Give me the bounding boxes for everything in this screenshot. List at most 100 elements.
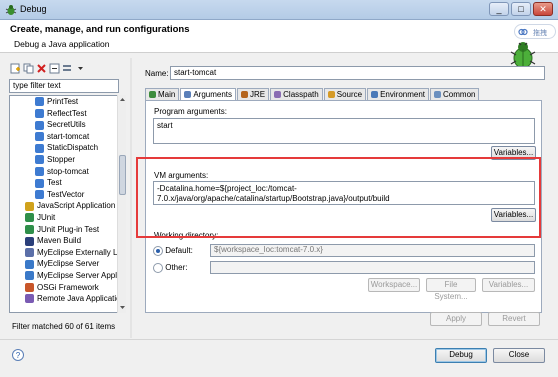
tree-item[interactable]: start-tomcat xyxy=(10,131,125,143)
arguments-tab-icon xyxy=(184,91,192,99)
new-config-icon[interactable] xyxy=(10,63,21,74)
tree-item-label: PrintTest xyxy=(47,97,79,106)
tree-item-label: JUnit xyxy=(37,212,56,222)
highlight-box xyxy=(136,157,541,238)
dialog-title: Create, manage, and run configurations xyxy=(10,24,190,35)
program-args-field[interactable]: start xyxy=(153,118,535,144)
dialog-subtitle: Debug a Java application xyxy=(14,39,110,49)
workspace-button[interactable]: Workspace... xyxy=(368,278,420,292)
workdir-variables-button[interactable]: Variables... xyxy=(482,278,535,292)
scroll-down-icon[interactable] xyxy=(119,304,126,311)
footer-divider xyxy=(0,339,558,340)
close-button[interactable]: Close xyxy=(493,348,545,363)
tree-item[interactable]: Maven Build xyxy=(10,235,125,247)
tree-item-label: TestVector xyxy=(47,189,85,199)
name-label: Name: xyxy=(145,69,169,78)
file-system-button[interactable]: File System... xyxy=(426,278,476,301)
tree-item[interactable]: Remote Java Application xyxy=(10,293,125,305)
config-tree-list: PrintTest ReflectTest SecretUtils start-tom… xyxy=(10,96,125,305)
pane-divider[interactable] xyxy=(130,58,132,338)
scroll-up-icon[interactable] xyxy=(119,96,126,103)
duplicate-icon[interactable] xyxy=(23,63,34,74)
config-toolbar xyxy=(10,63,88,75)
tree-item-label: MyEclipse Server xyxy=(37,259,100,269)
main-tab-icon xyxy=(149,91,156,99)
default-radio-label: Default: xyxy=(165,246,193,256)
tree-item[interactable]: SecretUtils xyxy=(10,119,125,131)
other-radio-row[interactable]: Other: xyxy=(153,263,187,273)
jre-tab-icon xyxy=(241,91,249,99)
maven-icon xyxy=(25,236,34,246)
collapse-all-icon[interactable] xyxy=(49,63,60,74)
debug-bug-icon xyxy=(5,4,17,16)
filter-input[interactable]: type filter text xyxy=(9,79,119,93)
other-radio-label: Other: xyxy=(165,263,188,273)
chevron-down-icon[interactable] xyxy=(75,63,86,74)
tree-item-label: JavaScript Application xyxy=(37,201,116,211)
link-icon xyxy=(518,28,528,36)
java-app-icon xyxy=(35,132,44,142)
java-app-icon xyxy=(35,97,44,107)
config-tree: PrintTest ReflectTest SecretUtils start-tom… xyxy=(9,95,126,313)
scrollbar-thumb[interactable] xyxy=(119,155,126,195)
tree-item-label: ReflectTest xyxy=(47,108,87,118)
tree-item-label: Maven Build xyxy=(37,236,82,246)
window-titlebar: Debug _ □ ✕ xyxy=(0,0,558,20)
server-icon xyxy=(25,271,34,281)
tree-item-label: stop-tomcat xyxy=(47,166,89,176)
other-radio[interactable] xyxy=(153,263,163,273)
tree-item[interactable]: PrintTest xyxy=(10,96,125,108)
tree-item[interactable]: JavaScript Application xyxy=(10,200,125,212)
tree-item[interactable]: stop-tomcat xyxy=(10,166,125,178)
tree-item[interactable]: TestVector xyxy=(10,189,125,201)
tree-item[interactable]: JUnit xyxy=(10,212,125,224)
java-app-icon xyxy=(35,108,44,118)
tree-item-label: StaticDispatch xyxy=(47,143,99,153)
tree-item[interactable]: MyEclipse Externally Laun xyxy=(10,247,125,259)
java-app-icon xyxy=(35,143,44,153)
tree-item[interactable]: Test xyxy=(10,177,125,189)
classpath-tab-icon xyxy=(274,91,282,99)
tree-item-label: Stopper xyxy=(47,154,76,164)
environment-tab-icon xyxy=(371,91,379,99)
filter-icon[interactable] xyxy=(62,63,73,74)
tree-item[interactable]: MyEclipse Server xyxy=(10,258,125,270)
bubble-label: 拖拽 xyxy=(533,30,547,37)
junit-plugin-icon xyxy=(25,224,34,234)
tree-scrollbar[interactable] xyxy=(117,95,126,313)
tree-item[interactable]: StaticDispatch xyxy=(10,142,125,154)
minimize-button[interactable]: _ xyxy=(489,2,509,16)
apply-button[interactable]: Apply xyxy=(430,312,482,326)
tree-item[interactable]: JUnit Plug-in Test xyxy=(10,224,125,236)
osgi-icon xyxy=(25,282,34,292)
help-icon[interactable]: ? xyxy=(12,349,24,361)
window-title: Debug xyxy=(20,4,47,14)
close-window-button[interactable]: ✕ xyxy=(533,2,553,16)
java-app-icon xyxy=(35,190,44,200)
other-workdir-field[interactable] xyxy=(210,261,535,274)
tree-item[interactable]: OSGi Framework xyxy=(10,282,125,294)
tree-item-label: Remote Java Application xyxy=(37,294,126,304)
tree-item-label: Test xyxy=(47,178,62,188)
drag-bubble[interactable]: 拖拽 xyxy=(514,24,556,39)
java-app-icon xyxy=(35,178,44,188)
myeclipse-icon xyxy=(25,248,34,258)
default-radio-row[interactable]: Default: xyxy=(153,246,193,256)
tree-item-label: start-tomcat xyxy=(47,131,90,141)
tree-item[interactable]: MyEclipse Server Applica xyxy=(10,270,125,282)
debug-button[interactable]: Debug xyxy=(435,348,487,363)
default-workdir-field: ${workspace_loc:tomcat-7.0.x} xyxy=(210,244,535,257)
dialog-header: Create, manage, and run configurations D… xyxy=(0,20,558,69)
remote-java-icon xyxy=(25,294,34,304)
default-radio[interactable] xyxy=(153,246,163,256)
tree-item[interactable]: Stopper xyxy=(10,154,125,166)
source-tab-icon xyxy=(327,91,335,99)
maximize-button[interactable]: □ xyxy=(511,2,531,16)
filter-status: Filter matched 60 of 61 items xyxy=(12,322,116,331)
tree-item[interactable]: ReflectTest xyxy=(10,108,125,120)
name-field[interactable]: start-tomcat xyxy=(170,66,545,80)
revert-button[interactable]: Revert xyxy=(488,312,540,326)
delete-icon[interactable] xyxy=(36,63,47,74)
java-app-icon xyxy=(35,166,44,176)
tree-item-label: MyEclipse Externally Laun xyxy=(37,247,126,257)
